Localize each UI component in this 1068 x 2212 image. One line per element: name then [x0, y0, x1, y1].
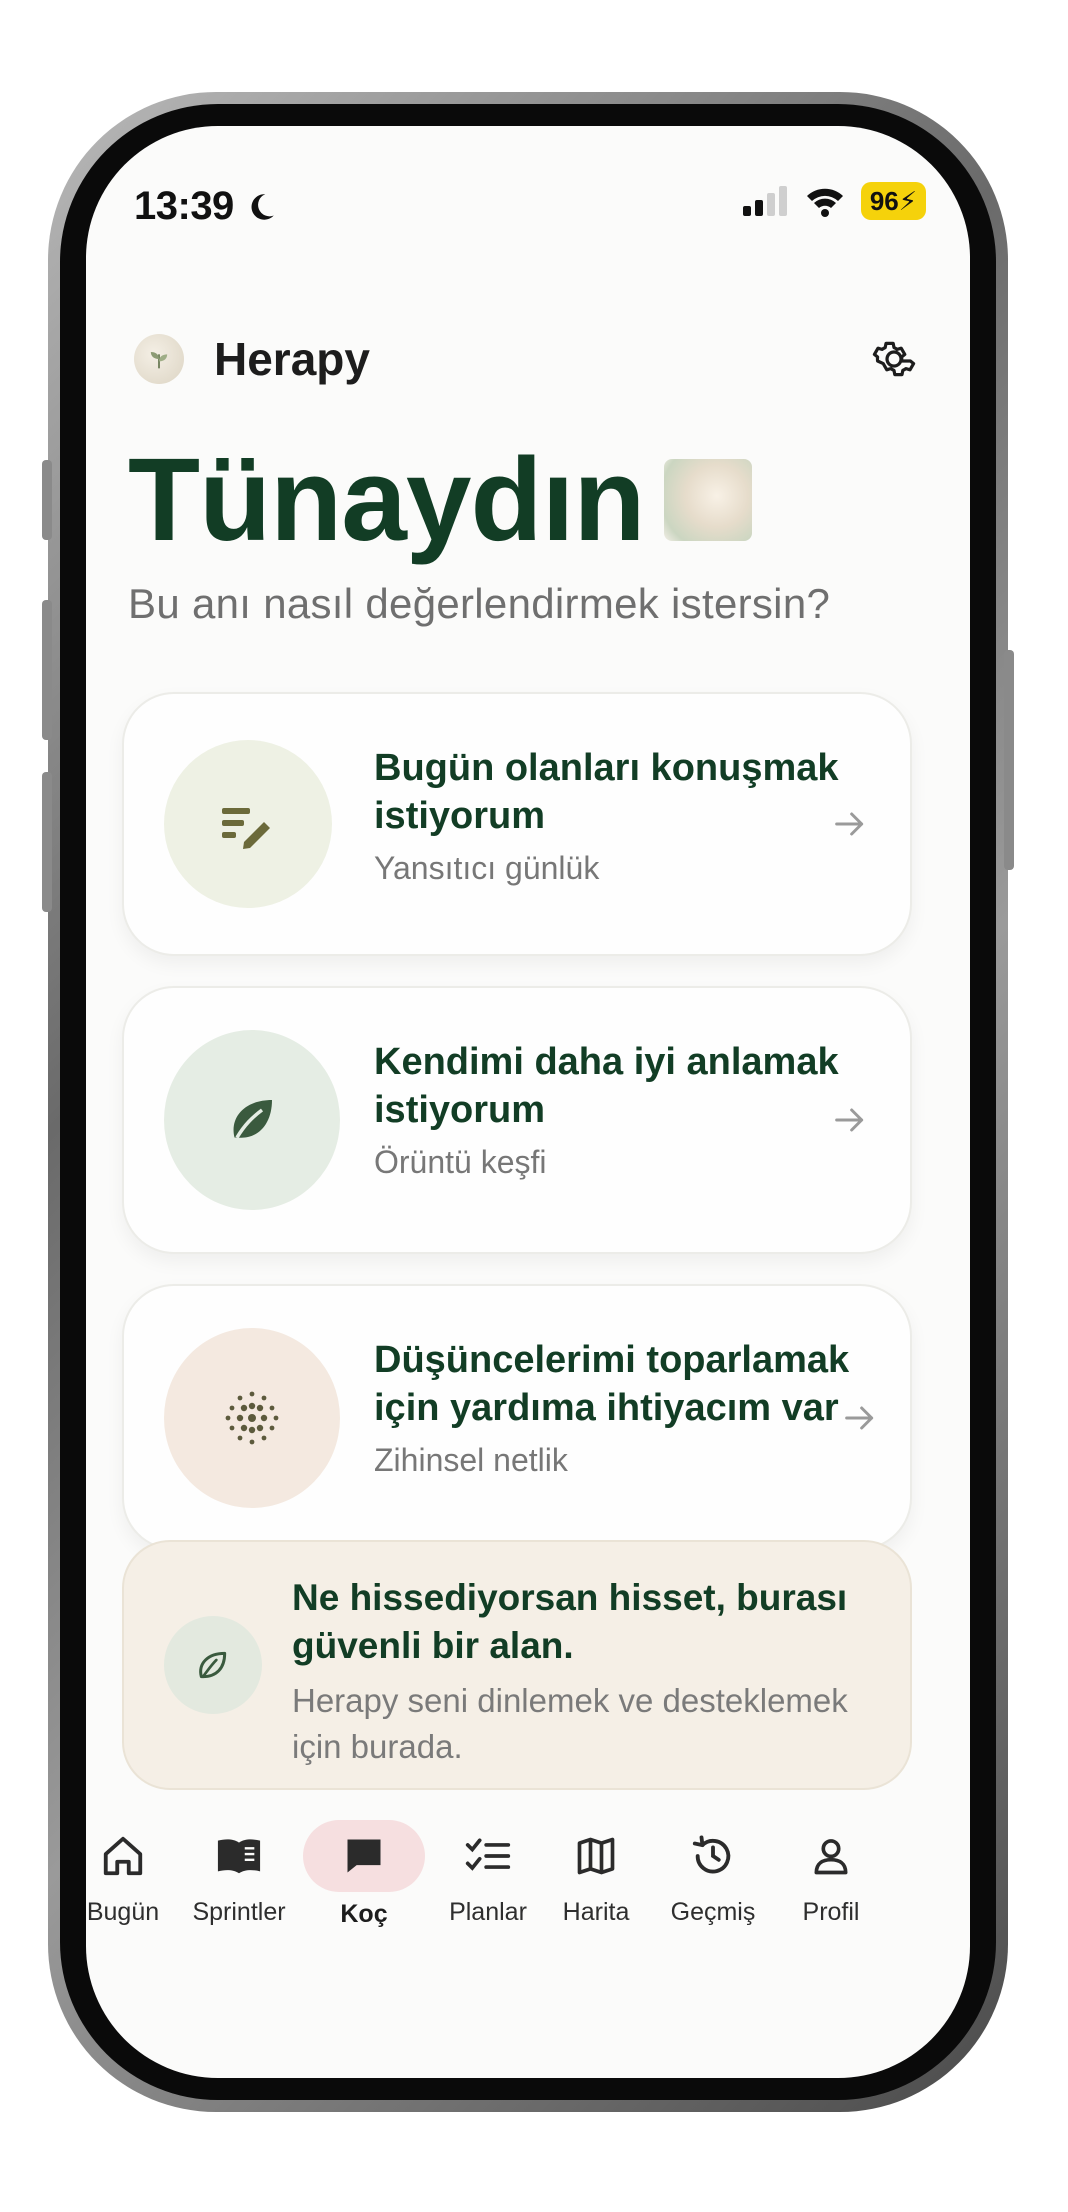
status-bar-time: 13:39	[134, 184, 278, 229]
tab-label: Profil	[802, 1898, 860, 1926]
option-card-pattern-discovery[interactable]: Kendimi daha iyi anlamak istiyorum Örünt…	[122, 986, 912, 1254]
arrow-right-icon	[835, 812, 864, 836]
tab-label: Sprintler	[192, 1898, 286, 1926]
app-logo	[134, 334, 184, 384]
option-icon-circle	[164, 740, 332, 908]
charging-bolt-icon: ⚡	[898, 186, 917, 216]
option-subtitle: Yansıtıcı günlük	[374, 850, 600, 886]
tab-map[interactable]: Harita	[541, 1822, 651, 1927]
greeting-text: Tünaydın	[128, 434, 645, 566]
app-header: Herapy	[134, 324, 922, 394]
note-body: Herapy seni dinlemek ve desteklemek için…	[292, 1682, 848, 1765]
tab-label: Planlar	[449, 1898, 527, 1926]
option-title: Bugün olanları konuşmak istiyorum	[374, 747, 839, 837]
bottom-tab-bar: Bugün Sprintler Koç Planlar Harita Geçmi…	[86, 1820, 970, 1982]
volume-down-button	[42, 772, 52, 912]
greeting-illustration	[664, 459, 753, 541]
tab-history[interactable]: Geçmiş	[648, 1822, 778, 1927]
app-title: Herapy	[214, 333, 370, 385]
plant-logo-icon	[150, 352, 168, 369]
tab-today[interactable]: Bugün	[86, 1822, 178, 1927]
option-subtitle: Örüntü keşfi	[374, 1144, 547, 1180]
option-text: Bugün olanları konuşmak istiyorum Yansıt…	[374, 744, 844, 887]
tab-label: Bugün	[86, 1898, 160, 1926]
greeting-heading: Tünaydın	[128, 432, 753, 568]
safe-space-note: Ne hissediyorsan hisset, burası güvenli …	[122, 1540, 912, 1790]
tab-profile[interactable]: Profil	[776, 1822, 886, 1927]
tab-label: Geçmiş	[670, 1898, 756, 1926]
settings-button[interactable]	[866, 331, 922, 387]
tab-sprints[interactable]: Sprintler	[184, 1822, 294, 1927]
option-icon-circle	[164, 1030, 340, 1210]
moon-icon	[251, 193, 274, 220]
note-text: Ne hissediyorsan hisset, burası güvenli …	[292, 1574, 872, 1770]
home-icon	[103, 1836, 143, 1876]
status-time-text: 13:39	[134, 184, 234, 228]
history-icon	[692, 1835, 731, 1874]
cellular-signal-icon	[742, 186, 787, 216]
option-card-mental-clarity[interactable]: Düşüncelerimi toparlamak için yardıma ih…	[122, 1284, 912, 1550]
leaf-outline-icon	[199, 1651, 227, 1679]
tab-label: Harita	[562, 1898, 630, 1926]
leaf-icon	[233, 1100, 272, 1139]
option-title: Düşüncelerimi toparlamak için yardıma ih…	[374, 1339, 850, 1429]
tab-coach[interactable]: Koç	[302, 1820, 426, 1929]
chat-icon	[347, 1839, 381, 1873]
app-screen: 13:39 96⚡ Herapy Tünaydın Bu anı nasıl d…	[86, 126, 970, 2078]
gear-icon	[872, 341, 916, 377]
note-icon-circle	[164, 1616, 262, 1714]
tab-plans[interactable]: Planlar	[433, 1822, 543, 1927]
option-text: Kendimi daha iyi anlamak istiyorum Örünt…	[374, 1038, 844, 1181]
arrow-right-icon	[845, 1406, 874, 1430]
tab-label: Koç	[340, 1900, 388, 1928]
option-text: Düşüncelerimi toparlamak için yardıma ih…	[374, 1336, 874, 1479]
power-button	[1004, 650, 1014, 870]
map-icon	[577, 1837, 615, 1875]
arrow-right-icon	[835, 1108, 864, 1132]
status-bar-indicators: 96⚡	[742, 182, 926, 220]
user-icon	[814, 1839, 848, 1875]
option-title: Kendimi daha iyi anlamak istiyorum	[374, 1041, 839, 1131]
mute-switch	[42, 460, 52, 540]
note-title: Ne hissediyorsan hisset, burası güvenli …	[292, 1577, 848, 1666]
book-icon	[217, 1839, 261, 1874]
option-icon-circle	[164, 1328, 340, 1508]
option-card-reflective-journal[interactable]: Bugün olanları konuşmak istiyorum Yansıt…	[122, 692, 912, 956]
notes-edit-icon	[222, 808, 270, 849]
option-subtitle: Zihinsel netlik	[374, 1442, 568, 1478]
checklist-icon	[465, 1838, 511, 1871]
greeting-subtitle: Bu anı nasıl değerlendirmek istersin?	[128, 580, 831, 627]
battery-indicator: 96⚡	[860, 182, 926, 220]
wifi-icon	[806, 188, 843, 217]
dots-grid-icon	[225, 1391, 279, 1445]
volume-up-button	[42, 600, 52, 740]
battery-level: 96	[869, 186, 899, 216]
